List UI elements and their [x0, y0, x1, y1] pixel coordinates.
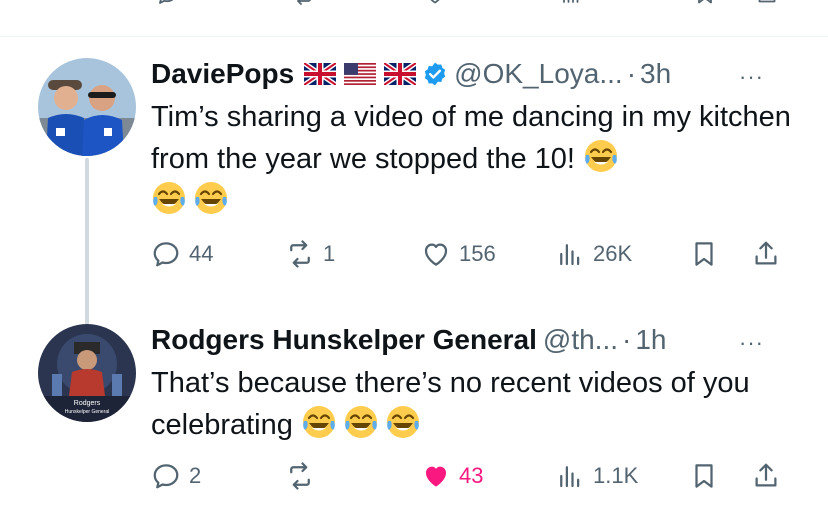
heart-filled-icon — [421, 461, 451, 491]
separator: · — [622, 324, 632, 355]
tweet-text-content: Tim’s sharing a video of me dancing in m… — [151, 101, 791, 175]
avatar-caption-2: Hunskelper General — [65, 409, 109, 415]
avatar-caption: Rodgers — [74, 400, 101, 407]
avatar-image: Rodgers Hunskelper General — [38, 324, 136, 422]
more-options-icon[interactable]: ··· — [739, 330, 764, 356]
name-flags — [304, 63, 416, 85]
laughing-tears-emoji — [193, 180, 229, 216]
tweet-text: That’s because there’s no recent videos … — [151, 362, 808, 446]
laughing-tears-emoji — [385, 404, 421, 440]
avatar[interactable] — [38, 58, 136, 156]
tweet-header: DaviePops @OK_Loya... · 3h — [151, 56, 808, 92]
display-name[interactable]: DaviePops — [151, 58, 294, 90]
laughing-tears-emoji — [301, 404, 337, 440]
share-button[interactable] — [751, 234, 781, 274]
views-button[interactable]: 1.1K — [555, 456, 638, 496]
bookmark-button[interactable] — [689, 456, 719, 496]
handle[interactable]: @OK_Loya... — [454, 58, 623, 90]
heart-icon — [421, 239, 451, 269]
tweet[interactable]: Rodgers Hunskelper General Rodgers Hunsk… — [0, 306, 828, 506]
reply-icon — [151, 239, 181, 269]
reply-count: 2 — [189, 463, 202, 488]
retweet-icon[interactable] — [288, 0, 318, 6]
us-flag-icon — [344, 63, 376, 85]
tweet-text-content: That’s because there’s no recent videos … — [151, 367, 750, 441]
laughing-tears-emoji — [151, 180, 187, 216]
bookmark-icon — [689, 239, 719, 269]
display-name[interactable]: Rodgers Hunskelper General — [151, 324, 537, 356]
share-icon — [751, 239, 781, 269]
bookmark-icon — [689, 461, 719, 491]
view-count: 26K — [593, 241, 633, 266]
bookmark-icon[interactable] — [690, 0, 720, 6]
bookmark-button[interactable] — [689, 234, 719, 274]
views-button[interactable]: 26K — [555, 234, 632, 274]
laughing-tears-emoji — [343, 404, 379, 440]
retweet-icon — [285, 461, 315, 491]
like-button[interactable]: 43 — [421, 456, 483, 496]
views-icon — [555, 239, 585, 269]
like-button[interactable]: 156 — [421, 234, 496, 274]
separator: · — [626, 58, 637, 89]
tweet-actions: 2 43 1.1K — [151, 456, 801, 496]
reply-button[interactable]: 2 — [151, 456, 201, 496]
uk-flag-icon — [304, 63, 336, 85]
uk-flag-icon — [384, 63, 416, 85]
reply-button[interactable]: 44 — [151, 234, 213, 274]
laughing-tears-emoji — [583, 138, 619, 174]
heart-icon[interactable] — [420, 0, 450, 6]
view-count: 1.1K — [593, 463, 639, 488]
handle[interactable]: @th... — [543, 324, 618, 356]
avatar-photo — [38, 58, 136, 156]
share-button[interactable] — [751, 456, 781, 496]
retweet-button[interactable] — [285, 456, 315, 496]
tweet[interactable]: DaviePops @OK_Loya... · 3h ··· Tim’s sha… — [0, 36, 828, 358]
tweet-actions: 44 1 156 26K — [151, 234, 801, 274]
previous-tweet-actions — [0, 0, 828, 12]
reply-count: 44 — [189, 241, 214, 266]
timestamp[interactable]: 1h — [635, 324, 666, 356]
reply-icon[interactable] — [152, 0, 182, 6]
timestamp[interactable]: 3h — [640, 58, 671, 90]
avatar[interactable]: Rodgers Hunskelper General — [38, 324, 136, 422]
retweet-count: 1 — [323, 241, 336, 266]
retweet-icon — [285, 239, 315, 269]
verified-badge-icon[interactable] — [422, 61, 448, 87]
share-icon[interactable] — [752, 0, 782, 6]
retweet-button[interactable]: 1 — [285, 234, 335, 274]
reply-icon — [151, 461, 181, 491]
like-count: 43 — [459, 463, 484, 488]
tweet-text: Tim’s sharing a video of me dancing in m… — [151, 96, 808, 222]
more-options-icon[interactable]: ··· — [739, 64, 764, 90]
tweet-content: DaviePops @OK_Loya... · 3h ··· Tim’s sha… — [151, 56, 808, 222]
tweet-header: Rodgers Hunskelper General @th... · 1h — [151, 322, 808, 358]
share-icon — [751, 461, 781, 491]
views-icon — [555, 461, 585, 491]
views-icon[interactable] — [556, 0, 586, 6]
like-count: 156 — [459, 241, 496, 266]
tweet-content: Rodgers Hunskelper General @th... · 1h ·… — [151, 322, 808, 446]
